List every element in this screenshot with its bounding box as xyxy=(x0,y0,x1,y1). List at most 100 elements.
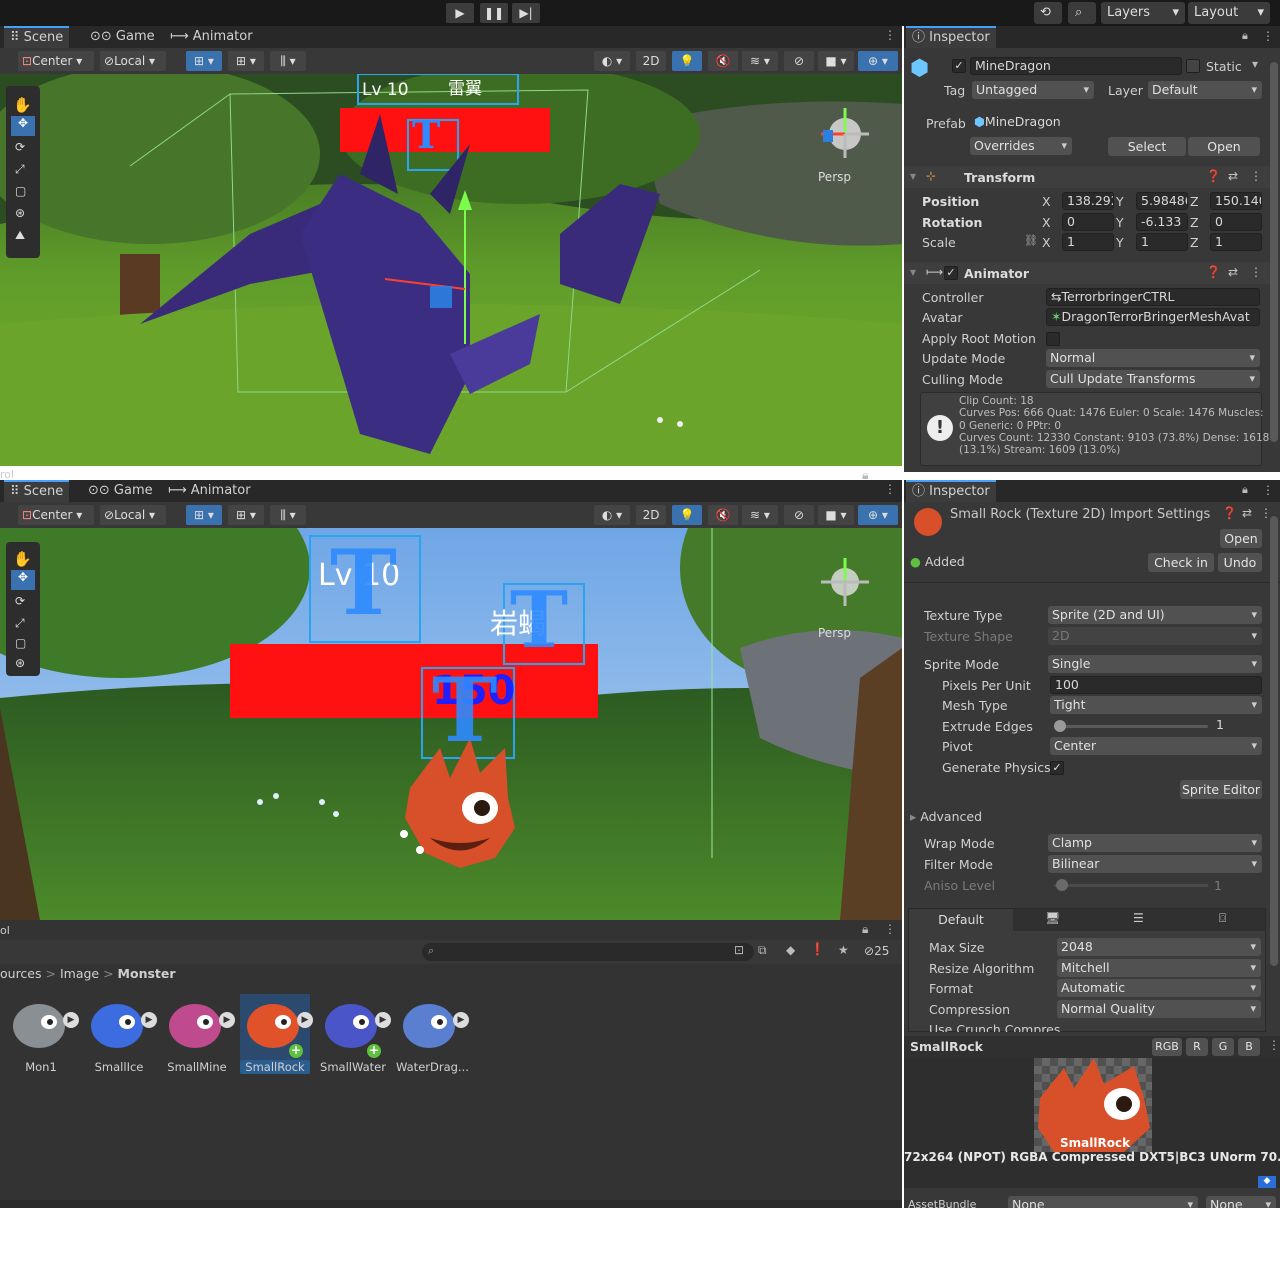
gizmos-icon[interactable]: ⊕ ▾ xyxy=(858,51,898,71)
favorite-icon[interactable]: ★ xyxy=(838,943,849,957)
animator-enabled-checkbox[interactable]: ✓ xyxy=(944,266,958,280)
increment-snap-icon[interactable]: ⫼ ▾ xyxy=(270,505,306,525)
tab-animator[interactable]: ⟼ Animator xyxy=(168,480,251,502)
rot-y-field[interactable]: -6.133 xyxy=(1136,213,1188,231)
lock-icon[interactable]: 🔒︎ xyxy=(862,922,868,937)
monitor-icon[interactable]: 🖥︎ xyxy=(1045,911,1060,925)
preset-icon[interactable]: ⇄ xyxy=(1228,265,1238,279)
rect-tool-icon[interactable]: ▢ xyxy=(15,184,26,198)
rot-z-field[interactable]: 0 xyxy=(1210,213,1262,231)
breadcrumb-item[interactable]: Image xyxy=(60,966,99,981)
scale-z-field[interactable]: 1 xyxy=(1210,233,1262,251)
select-button[interactable]: Select xyxy=(1108,137,1186,156)
controller-field[interactable]: ⇆TerrorbringerCTRL xyxy=(1046,288,1260,306)
open-button[interactable]: Open xyxy=(1220,529,1262,548)
persp-label[interactable]: Persp xyxy=(818,626,851,640)
inspector-scrollbar[interactable] xyxy=(1270,516,1278,966)
increment-snap-icon[interactable]: ⫼ ▾ xyxy=(270,51,306,71)
shading-mode-icon[interactable]: ◐ ▾ xyxy=(594,505,630,525)
axis-z-label[interactable]: Z xyxy=(1190,194,1199,209)
rect-tool-icon[interactable]: ▢ xyxy=(15,636,26,650)
hidden-objects-icon[interactable]: ⊘ xyxy=(784,505,814,525)
lighting-icon[interactable]: 💡 xyxy=(672,505,702,525)
transform-tool-icon[interactable]: ⊛ xyxy=(15,206,25,220)
snap-grid-icon[interactable]: ⊞ ▾ xyxy=(186,505,222,525)
tab-game[interactable]: ⊙⊙ Game xyxy=(88,480,153,502)
channel-rgb-button[interactable]: RGB xyxy=(1152,1038,1182,1056)
extrude-slider-track[interactable] xyxy=(1054,725,1208,728)
axis-x-label[interactable]: X xyxy=(1042,215,1051,230)
scene-view-bottom[interactable]: Lv 10 T 岩蝎 T 150 T Persp ✋ ✥ ⟳ ⤢ ▢ ⊛ xyxy=(0,528,902,920)
asset-item[interactable]: ▶ WaterDrag... xyxy=(396,994,469,1074)
play-circle-icon[interactable]: ▶ xyxy=(375,1012,391,1028)
texture-type-dropdown[interactable]: Sprite (2D and UI) xyxy=(1048,606,1262,624)
camera-icon[interactable]: ■ ▾ xyxy=(818,505,854,525)
rotate-tool-icon[interactable]: ⟳ xyxy=(15,140,25,154)
audio-icon[interactable]: 🔇 xyxy=(708,51,738,71)
channel-r-button[interactable]: R xyxy=(1186,1038,1208,1056)
rotate-tool-icon[interactable]: ⟳ xyxy=(15,594,25,608)
update-mode-dropdown[interactable]: Normal xyxy=(1046,349,1260,367)
history-icon[interactable]: ⟲ xyxy=(1034,2,1062,24)
pivot-center-dropdown[interactable]: ⊡Center ▾ xyxy=(18,505,94,525)
grid-snap-icon[interactable]: ⊞ ▾ xyxy=(228,505,264,525)
format-dropdown[interactable]: Automatic xyxy=(1057,979,1261,997)
asset-item[interactable]: ▶ SmallMine xyxy=(162,994,235,1074)
pos-x-field[interactable]: 138.292 xyxy=(1062,192,1114,210)
lock-icon[interactable]: 🔒︎ xyxy=(1242,29,1248,43)
max-size-dropdown[interactable]: 2048 xyxy=(1057,938,1261,956)
lock-icon[interactable]: 🔒︎ xyxy=(1242,483,1248,497)
layers-dropdown[interactable]: Layers ▾ xyxy=(1101,2,1185,24)
filter-mode-dropdown[interactable]: Bilinear xyxy=(1048,855,1262,873)
assetbundle-dropdown[interactable]: None xyxy=(1008,1196,1198,1208)
pixels-per-unit-field[interactable]: 100 xyxy=(1050,676,1262,694)
axis-y-label[interactable]: Y xyxy=(1116,194,1124,209)
pivot-dropdown[interactable]: Center xyxy=(1050,737,1262,755)
toggle-2d-button[interactable]: 2D xyxy=(636,51,666,71)
rot-x-field[interactable]: 0 xyxy=(1062,213,1114,231)
shading-mode-icon[interactable]: ◐ ▾ xyxy=(594,51,630,71)
extrude-edges-field[interactable]: 1 xyxy=(1212,717,1262,735)
camera-icon[interactable]: ■ ▾ xyxy=(818,51,854,71)
kebab-menu-icon[interactable]: ⋮ xyxy=(1262,29,1274,43)
link-icon[interactable]: ⛓ xyxy=(1024,234,1038,247)
pos-y-field[interactable]: 5.98486 xyxy=(1136,192,1188,210)
step-button[interactable]: ▶| xyxy=(512,3,540,23)
sprite-mode-dropdown[interactable]: Single xyxy=(1048,655,1262,673)
hand-tool-icon[interactable]: ✋ xyxy=(13,550,32,568)
overrides-dropdown[interactable]: Overrides xyxy=(970,137,1072,155)
help-icon[interactable]: ❓ xyxy=(1222,506,1237,520)
axis-y-label[interactable]: Y xyxy=(1116,235,1124,250)
chevron-down-icon[interactable]: ▾ xyxy=(1252,57,1258,71)
axis-y-label[interactable]: Y xyxy=(1116,215,1124,230)
pivot-local-dropdown[interactable]: ⊘Local ▾ xyxy=(100,505,166,525)
generate-physics-checkbox[interactable]: ✓ xyxy=(1050,761,1064,775)
asset-item[interactable]: ▶ + SmallWater xyxy=(318,994,391,1074)
static-checkbox[interactable] xyxy=(1186,59,1200,73)
resize-algorithm-dropdown[interactable]: Mitchell xyxy=(1057,959,1261,977)
play-button[interactable]: ▶ xyxy=(446,3,474,23)
webgl-icon[interactable]: ⌼ xyxy=(1219,911,1226,926)
axis-x-label[interactable]: X xyxy=(1042,235,1051,250)
move-tool-icon[interactable]: ✥ xyxy=(11,116,35,136)
kebab-menu-icon[interactable]: ⋮ xyxy=(884,28,896,42)
search-input[interactable]: ⌕ xyxy=(422,943,754,961)
move-tool-icon[interactable]: ✥ xyxy=(11,570,35,590)
layer-dropdown[interactable]: Default xyxy=(1148,81,1262,99)
tab-scene[interactable]: ⠿ Scene xyxy=(4,480,70,502)
assetbundle-variant-dropdown[interactable]: None xyxy=(1206,1196,1276,1208)
label-tag-icon[interactable]: ◆ xyxy=(1258,1176,1276,1188)
breadcrumb-item-current[interactable]: Monster xyxy=(118,966,176,981)
platform-tab-default[interactable]: Default xyxy=(909,909,1013,931)
inspector-scrollbar[interactable] xyxy=(1270,62,1278,442)
help-icon[interactable]: ❓ xyxy=(1206,265,1221,279)
asset-item[interactable]: ▶ Mon1 xyxy=(6,994,79,1074)
scene-view-top[interactable]: Lv 10 雷翼 T Persp ✋ ✥ ⟳ ⤢ ▢ ⊛ ⛰ xyxy=(0,74,902,466)
preset-icon[interactable]: ⇄ xyxy=(1242,506,1252,520)
grid-snap-icon[interactable]: ⊞ ▾ xyxy=(228,51,264,71)
toggle-2d-button[interactable]: 2D xyxy=(636,505,666,525)
compression-dropdown[interactable]: Normal Quality xyxy=(1057,1000,1261,1018)
sprite-editor-button[interactable]: Sprite Editor xyxy=(1180,780,1262,799)
filter-label-icon[interactable]: ◆ xyxy=(786,943,795,957)
kebab-menu-icon[interactable]: ⋮ xyxy=(884,482,896,496)
